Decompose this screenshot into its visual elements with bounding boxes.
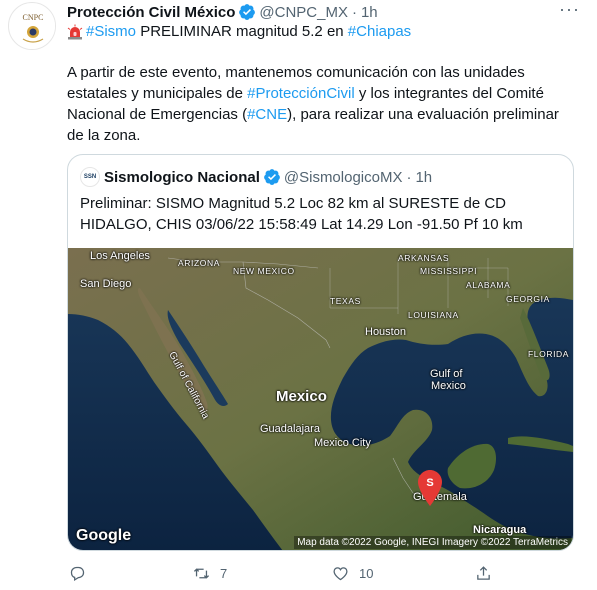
map-label-arizona: ARIZONA bbox=[178, 258, 220, 268]
headline-text: PRELIMINAR magnitud 5.2 en bbox=[136, 23, 348, 40]
author-handle[interactable]: @CNPC_MX bbox=[259, 4, 348, 21]
share-button[interactable] bbox=[475, 563, 492, 583]
map-label-new-mexico: NEW MEXICO bbox=[233, 266, 295, 276]
map-label-gulf-of-mexico-1: Gulf of bbox=[430, 368, 463, 380]
map-label-houston: Houston bbox=[365, 326, 406, 338]
map-label-guadalajara: Guadalajara bbox=[260, 423, 320, 435]
more-options-icon[interactable]: ··· bbox=[559, 0, 580, 18]
map-label-san-diego: San Diego bbox=[80, 278, 132, 290]
like-button[interactable]: 10 bbox=[332, 563, 373, 583]
quote-author-handle[interactable]: @SismologicoMX bbox=[284, 169, 403, 186]
google-logo: Google bbox=[76, 527, 132, 544]
quote-timestamp[interactable]: 1h bbox=[415, 169, 432, 186]
hashtag-cne[interactable]: #CNE bbox=[247, 106, 287, 123]
hashtag-chiapas[interactable]: #Chiapas bbox=[348, 22, 411, 42]
author-avatar[interactable]: CNPC bbox=[8, 2, 56, 50]
retweet-button[interactable]: 7 bbox=[193, 563, 227, 583]
map-pin-icon[interactable]: S bbox=[418, 470, 442, 506]
quote-verified-badge-icon bbox=[263, 169, 280, 185]
map-label-texas: TEXAS bbox=[330, 296, 361, 306]
map-label-florida: FLORIDA bbox=[528, 349, 570, 359]
map-image[interactable]: Los Angeles San Diego ARIZONA NEW MEXICO… bbox=[68, 248, 573, 550]
author-name[interactable]: Protección Civil México bbox=[67, 4, 235, 21]
map-label-los-angeles: Los Angeles bbox=[90, 250, 150, 262]
quote-avatar[interactable]: SSN bbox=[80, 167, 100, 187]
tweet-headline: #Sismo PRELIMINAR magnitud 5.2 en #Chiap… bbox=[67, 22, 411, 42]
map-label-nicaragua: Nicaragua bbox=[473, 524, 527, 536]
like-count: 10 bbox=[359, 565, 374, 581]
retweet-count: 7 bbox=[220, 565, 228, 581]
heart-icon bbox=[333, 566, 348, 580]
siren-emoji-icon bbox=[67, 24, 83, 40]
map-label-mexico-city: Mexico City bbox=[314, 437, 371, 449]
retweet-icon bbox=[193, 567, 210, 579]
hashtag-proteccion-civil[interactable]: #ProtecciónCivil bbox=[247, 85, 355, 102]
map-pin-letter: S bbox=[426, 477, 433, 489]
tweet-body: A partir de este evento, mantenemos comu… bbox=[67, 62, 577, 146]
share-icon bbox=[477, 565, 490, 580]
avatar-text: CNPC bbox=[23, 13, 44, 22]
reply-icon bbox=[70, 566, 85, 581]
tweet-header: Protección Civil México @CNPC_MX · 1h bbox=[67, 2, 378, 22]
quote-text: Preliminar: SISMO Magnitud 5.2 Loc 82 km… bbox=[80, 195, 523, 233]
verified-badge-icon bbox=[239, 4, 256, 20]
map-label-georgia: GEORGIA bbox=[506, 294, 550, 304]
tweet[interactable]: CNPC Protección Civil México @CNPC_MX · … bbox=[0, 0, 597, 590]
quote-author-name[interactable]: Sismologico Nacional bbox=[104, 169, 260, 186]
quote-header: SSN Sismologico Nacional @SismologicoMX … bbox=[80, 167, 432, 187]
reply-button[interactable] bbox=[69, 563, 96, 583]
map-label-gulf-of-mexico-2: Mexico bbox=[431, 380, 466, 392]
map-label-alabama: ALABAMA bbox=[466, 280, 511, 290]
quoted-tweet[interactable]: SSN Sismologico Nacional @SismologicoMX … bbox=[67, 154, 574, 551]
timestamp[interactable]: 1h bbox=[361, 4, 378, 21]
quote-avatar-text: SSN bbox=[83, 174, 97, 180]
separator: · bbox=[351, 3, 357, 21]
tweet-actions: 7 10 bbox=[67, 563, 577, 583]
map-attribution: Map data ©2022 Google, INEGI Imagery ©20… bbox=[294, 536, 571, 549]
map-label-arkansas: ARKANSAS bbox=[398, 253, 450, 263]
map-label-mexico: Mexico bbox=[276, 388, 327, 405]
hashtag-sismo[interactable]: #Sismo bbox=[86, 22, 136, 42]
map-label-mississippi: MISSISSIPPI bbox=[420, 266, 478, 276]
map-label-louisiana: LOUISIANA bbox=[408, 310, 459, 320]
quote-separator: · bbox=[406, 168, 412, 186]
